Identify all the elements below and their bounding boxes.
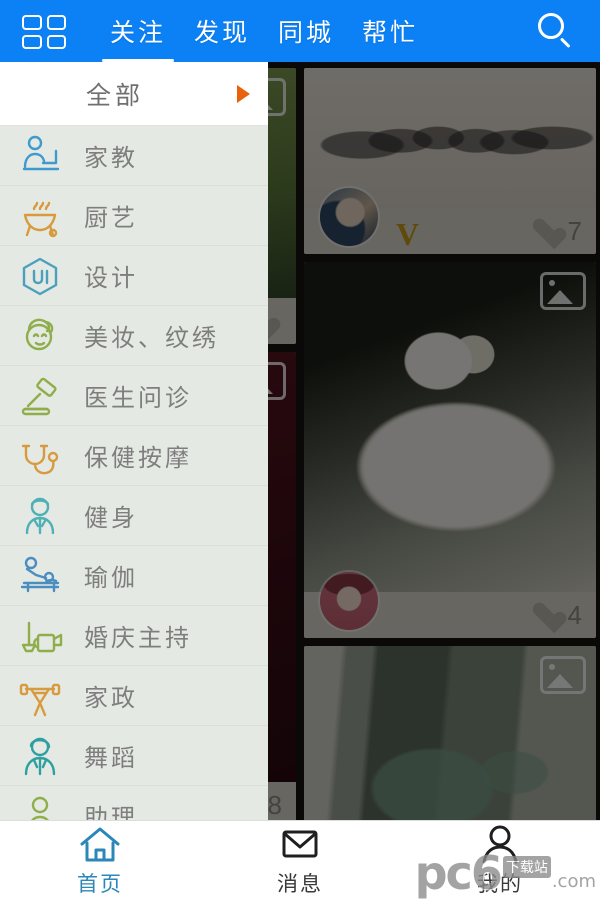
drawer-category-item[interactable]: 婚庆主持 [0, 606, 268, 666]
caret-right-icon [237, 84, 250, 103]
drawer-category-label: 设计 [84, 266, 138, 292]
drawer-category-item[interactable]: 医生问诊 [0, 366, 268, 426]
massage-table-icon [16, 553, 64, 599]
nav-item-home[interactable]: 首页 [0, 821, 200, 900]
category-list[interactable]: 家教厨艺设计美妆、纹绣医生问诊保健按摩健身瑜伽婚庆主持家政舞蹈助理 [0, 126, 268, 820]
tab-bangmang[interactable]: 帮忙 [348, 0, 432, 62]
ui-design-icon [16, 253, 64, 299]
drawer-category-label: 保健按摩 [84, 446, 192, 472]
drawer-category-item[interactable]: 健身 [0, 486, 268, 546]
drawer-category-label: 助理 [84, 806, 138, 820]
drawer-category-item[interactable]: 瑜伽 [0, 546, 268, 606]
makeup-face-icon [16, 313, 64, 359]
grid-menu-icon[interactable] [20, 13, 68, 51]
barbell-icon [16, 673, 64, 719]
cooking-grill-icon [16, 193, 64, 239]
person-icon [478, 824, 522, 864]
drawer-category-item[interactable]: 舞蹈 [0, 726, 268, 786]
drawer-category-item[interactable]: 保健按摩 [0, 426, 268, 486]
assistant-person-icon [16, 793, 64, 820]
stethoscope-icon [16, 433, 64, 479]
top-navigation-bar: 关注 发现 同城 帮忙 [0, 0, 600, 62]
drawer-category-item[interactable]: 助理 [0, 786, 268, 820]
drawer-category-label: 厨艺 [84, 206, 138, 232]
tab-tongcheng[interactable]: 同城 [264, 0, 348, 62]
drawer-category-label: 婚庆主持 [84, 626, 192, 652]
tab-faxian[interactable]: 发现 [180, 0, 264, 62]
dancer-person-icon [16, 733, 64, 779]
drawer-category-item[interactable]: 设计 [0, 246, 268, 306]
category-drawer[interactable]: 全部 家教厨艺设计美妆、纹绣医生问诊保健按摩健身瑜伽婚庆主持家政舞蹈助理 [0, 62, 268, 820]
watering-can-icon [16, 613, 64, 659]
drawer-category-label: 美妆、纹绣 [84, 326, 219, 352]
tutor-icon [16, 133, 64, 179]
drawer-category-label: 舞蹈 [84, 746, 138, 772]
nav-item-profile[interactable]: 我的 [400, 821, 600, 900]
app-screen: 8 V 7 [0, 0, 600, 900]
drawer-item-all[interactable]: 全部 [0, 62, 268, 126]
drawer-category-item[interactable]: 家政 [0, 666, 268, 726]
nav-item-label: 消息 [277, 871, 323, 896]
tab-guanzhu[interactable]: 关注 [96, 0, 180, 62]
drawer-category-label: 医生问诊 [84, 386, 192, 412]
drawer-item-label: 全部 [86, 82, 145, 110]
nav-item-label: 我的 [477, 871, 523, 896]
nav-item-label: 首页 [77, 871, 123, 896]
drawer-category-label: 瑜伽 [84, 566, 138, 592]
fitness-person-icon [16, 493, 64, 539]
bottom-navigation-bar: 首页 消息 我的 [0, 820, 600, 900]
drawer-category-label: 健身 [84, 506, 138, 532]
drawer-category-label: 家教 [84, 146, 138, 172]
tab-bar: 关注 发现 同城 帮忙 [96, 0, 432, 62]
nav-item-messages[interactable]: 消息 [200, 821, 400, 900]
gavel-icon [16, 373, 64, 419]
search-icon[interactable] [536, 11, 576, 51]
drawer-category-item[interactable]: 家教 [0, 126, 268, 186]
drawer-category-item[interactable]: 厨艺 [0, 186, 268, 246]
drawer-category-item[interactable]: 美妆、纹绣 [0, 306, 268, 366]
envelope-icon [278, 824, 322, 864]
home-icon [78, 824, 122, 864]
drawer-category-label: 家政 [84, 686, 138, 712]
